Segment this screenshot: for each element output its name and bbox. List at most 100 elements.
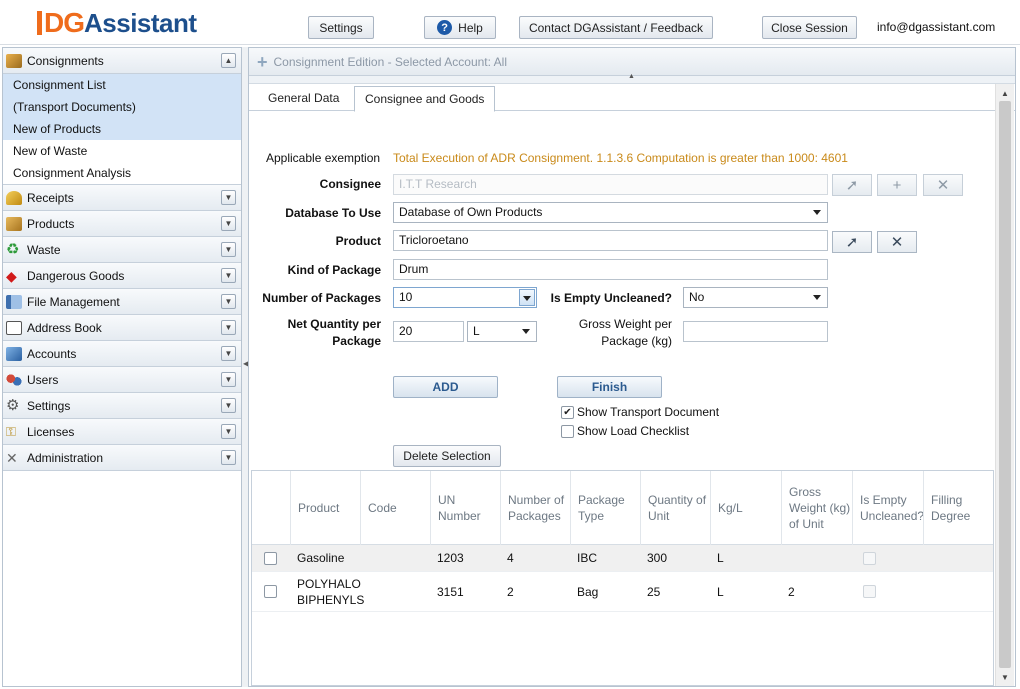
number-of-packages-dropdown[interactable] — [519, 289, 535, 306]
chevron-down-icon[interactable]: ▼ — [221, 372, 236, 387]
sidebar-section-settings[interactable]: ⚙ Settings ▼ — [3, 393, 241, 419]
database-select[interactable]: Database of Own Products — [393, 202, 828, 223]
contact-feedback-button[interactable]: Contact DGAssistant / Feedback — [519, 16, 713, 39]
sidebar-item-new-of-products[interactable]: New of Products — [3, 118, 241, 140]
column-header-un-number[interactable]: UN Number — [430, 471, 500, 545]
sidebar-section-users[interactable]: Users ▼ — [3, 367, 241, 393]
chevron-up-icon[interactable]: ▲ — [221, 53, 236, 68]
tab-consignee-and-goods[interactable]: Consignee and Goods — [354, 86, 496, 112]
select-consignee-button[interactable]: ➚ — [832, 174, 872, 196]
tab-general-data[interactable]: General Data — [258, 86, 349, 111]
chevron-down-icon[interactable]: ▼ — [221, 398, 236, 413]
chevron-down-icon[interactable]: ▼ — [221, 450, 236, 465]
show-checklist-checkbox[interactable] — [561, 425, 574, 438]
help-button[interactable]: ? Help — [424, 16, 496, 39]
sidebar-section-label: Dangerous Goods — [27, 268, 125, 283]
chevron-down-icon[interactable]: ▼ — [221, 346, 236, 361]
column-header-package-type[interactable]: Package Type — [570, 471, 640, 545]
sidebar-section-label: Consignments — [27, 53, 104, 68]
is-empty-uncleaned-select[interactable]: No — [683, 287, 828, 308]
main-panel: + Consignment Edition - Selected Account… — [248, 47, 1016, 687]
table-row[interactable]: Gasoline 1203 4 IBC 300 L — [252, 545, 993, 572]
chevron-down-icon[interactable]: ▼ — [221, 320, 236, 335]
collapse-up-icon[interactable]: ▲ — [628, 73, 635, 80]
kind-of-package-field[interactable]: Drum — [393, 259, 828, 280]
scroll-down-icon[interactable]: ▼ — [996, 670, 1014, 684]
net-quantity-unit-value: L — [473, 324, 480, 338]
scrollbar-thumb[interactable] — [999, 101, 1011, 668]
panel-collapse-strip[interactable]: ▲ — [249, 73, 1015, 84]
number-of-packages-combo[interactable]: 10 — [393, 287, 537, 308]
cell-kg-l: L — [717, 585, 724, 599]
sidebar-section-licenses[interactable]: ⚿ Licenses ▼ — [3, 419, 241, 445]
user-email: info@dgassistant.com — [877, 20, 996, 34]
contact-button-label: Contact DGAssistant / Feedback — [528, 20, 704, 35]
logo-dg-text: DG — [44, 7, 85, 38]
add-consignee-button[interactable]: + — [877, 174, 917, 196]
sidebar-section-file-management[interactable]: File Management ▼ — [3, 289, 241, 315]
chevron-down-icon[interactable]: ▼ — [221, 216, 236, 231]
sidebar-item-consignment-list[interactable]: Consignment List — [3, 74, 241, 96]
sidebar-section-administration[interactable]: ✕ Administration ▼ — [3, 445, 241, 471]
gross-weight-field[interactable] — [683, 321, 828, 342]
sidebar-section-dangerous-goods[interactable]: ◆ Dangerous Goods ▼ — [3, 263, 241, 289]
column-header-number-of-packages[interactable]: Number of Packages — [500, 471, 570, 545]
consignee-field[interactable]: I.T.T Research — [393, 174, 828, 195]
close-icon: ✕ — [936, 177, 950, 194]
sidebar-section-accounts[interactable]: Accounts ▼ — [3, 341, 241, 367]
settings-button[interactable]: Settings — [308, 16, 374, 39]
goods-table: Product Code UN Number Number of Package… — [251, 470, 994, 686]
cursor-arrow-icon: ➚ — [845, 177, 859, 194]
column-header-product[interactable]: Product — [290, 471, 360, 545]
vertical-scrollbar[interactable]: ▲ ▼ — [995, 84, 1014, 686]
tab-bar: General Data Consignee and Goods — [249, 84, 1015, 112]
sidebar-section-consignments[interactable]: Consignments ▲ — [3, 48, 241, 74]
close-session-button[interactable]: Close Session — [762, 16, 857, 39]
product-field[interactable]: Tricloroetano — [393, 230, 828, 251]
delete-selection-button[interactable]: Delete Selection — [393, 445, 501, 467]
net-quantity-unit-select[interactable]: L — [467, 321, 537, 342]
show-transport-checkbox[interactable]: ✔ — [561, 406, 574, 419]
chevron-down-icon[interactable]: ▼ — [221, 294, 236, 309]
chevron-down-icon[interactable]: ▼ — [221, 190, 236, 205]
gross-weight-label-line1: Gross Weight per — [578, 317, 672, 331]
sidebar-section-address-book[interactable]: Address Book ▼ — [3, 315, 241, 341]
is-empty-uncleaned-value: No — [689, 290, 705, 304]
chevron-down-icon[interactable]: ▼ — [221, 268, 236, 283]
cell-number-of-packages: 2 — [507, 585, 514, 599]
column-header-gross-weight[interactable]: Gross Weight (kg) of Unit — [781, 471, 852, 545]
cell-product: POLYHALO BIPHENYLS — [297, 577, 365, 607]
cell-number-of-packages: 4 — [507, 551, 514, 565]
database-value: Database of Own Products — [399, 205, 543, 219]
clear-consignee-button[interactable]: ✕ — [923, 174, 963, 196]
scroll-up-icon[interactable]: ▲ — [996, 86, 1014, 100]
column-header-kg-l[interactable]: Kg/L — [710, 471, 781, 545]
sidebar-item-new-of-waste[interactable]: New of Waste — [3, 140, 241, 162]
add-button[interactable]: ADD — [393, 376, 498, 398]
sidebar-section-receipts[interactable]: Receipts ▼ — [3, 185, 241, 211]
cell-un-number: 3151 — [437, 585, 464, 599]
column-header-quantity-of-unit[interactable]: Quantity of Unit — [640, 471, 710, 545]
sidebar-item-transport-documents[interactable]: (Transport Documents) — [3, 96, 241, 118]
settings-button-label: Settings — [319, 20, 363, 35]
sidebar-section-products[interactable]: Products ▼ — [3, 211, 241, 237]
net-quantity-field[interactable]: 20 — [393, 321, 464, 342]
chevron-down-icon[interactable]: ▼ — [221, 424, 236, 439]
column-header-is-empty-uncleaned[interactable]: Is Empty Uncleaned? — [852, 471, 924, 545]
finish-button[interactable]: Finish — [557, 376, 662, 398]
app-logo: DG Assistant — [37, 8, 197, 38]
row-select-checkbox[interactable] — [264, 585, 277, 598]
table-row[interactable]: POLYHALO BIPHENYLS 3151 2 Bag 25 L 2 — [252, 572, 993, 612]
sidebar-item-consignment-analysis[interactable]: Consignment Analysis — [3, 162, 241, 184]
cell-package-type: Bag — [577, 585, 599, 599]
consignments-submenu: Consignment List (Transport Documents) N… — [3, 74, 241, 185]
select-product-button[interactable]: ➚ — [832, 231, 872, 253]
column-header-code[interactable]: Code — [360, 471, 430, 545]
clear-product-button[interactable]: ✕ — [877, 231, 917, 253]
chevron-down-icon[interactable]: ▼ — [221, 242, 236, 257]
column-header-filling-degree[interactable]: Filling Degree — [923, 471, 993, 545]
chevron-down-icon — [522, 329, 530, 334]
sidebar: Consignments ▲ Consignment List (Transpo… — [2, 47, 242, 687]
sidebar-section-waste[interactable]: ♻ Waste ▼ — [3, 237, 241, 263]
row-select-checkbox[interactable] — [264, 552, 277, 565]
